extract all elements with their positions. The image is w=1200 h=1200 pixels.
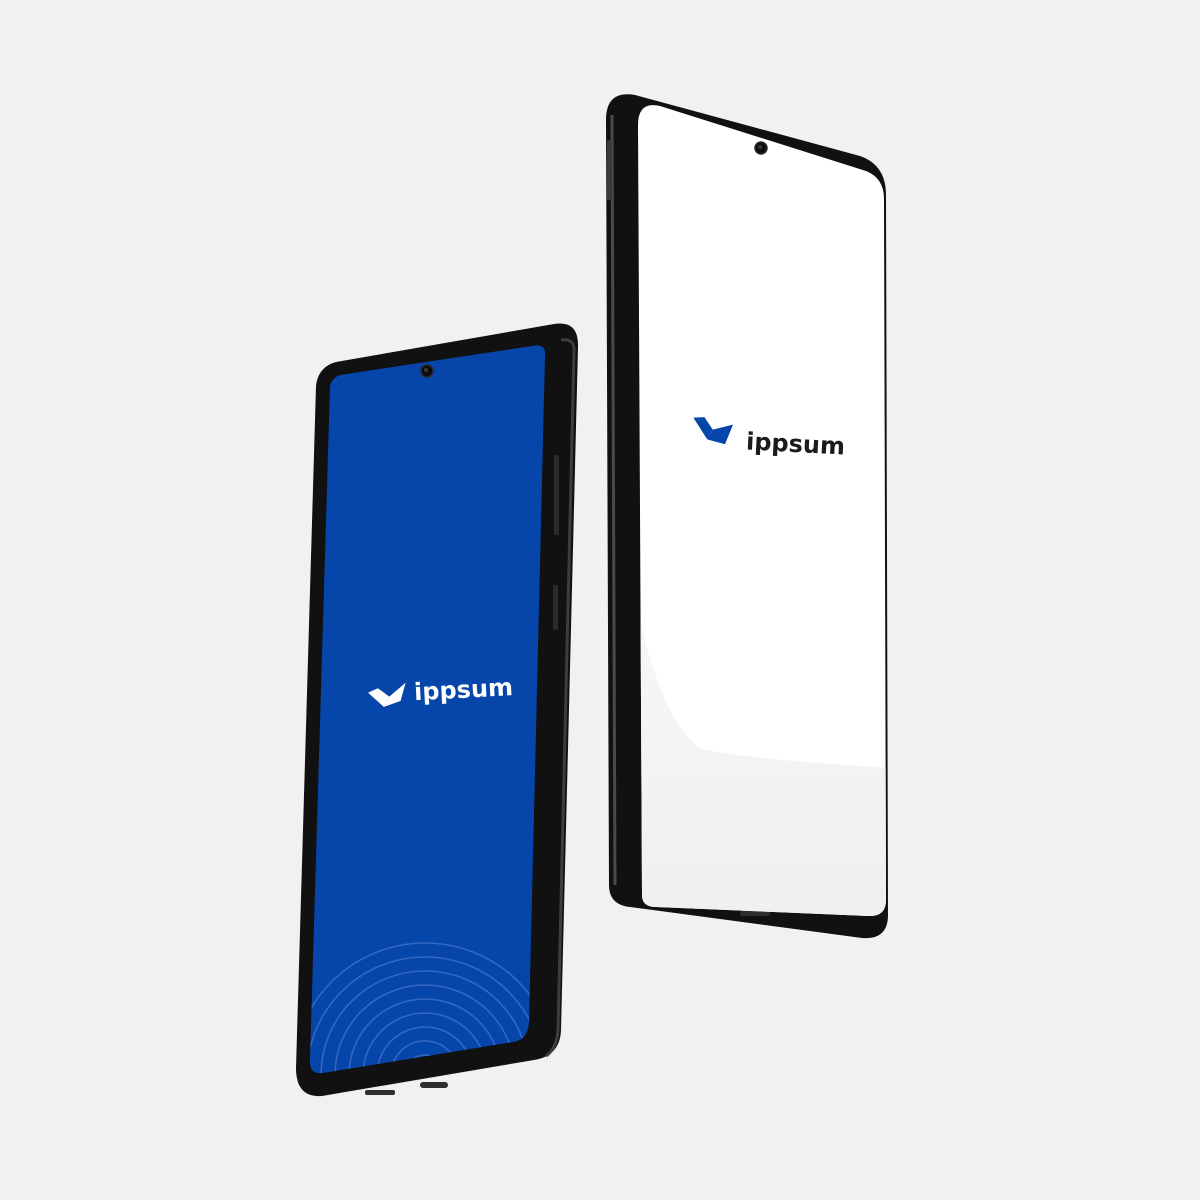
phone-left-volume-button[interactable] bbox=[554, 455, 559, 535]
phone-left-speaker-grille bbox=[365, 1090, 395, 1095]
phone-left-usb-port bbox=[420, 1082, 448, 1088]
phone-left-brand-text: ippsum bbox=[413, 673, 513, 706]
mockup-stage: ippsum ippsum bbox=[0, 0, 1200, 1200]
phone-right-screen bbox=[638, 105, 886, 917]
phone-left-power-button[interactable] bbox=[553, 585, 558, 630]
phone-left: ippsum bbox=[296, 323, 579, 1097]
phone-right-brand-text: ippsum bbox=[745, 427, 845, 460]
phone-mockup-scene: ippsum ippsum bbox=[296, 94, 888, 1097]
phone-right-side-button[interactable] bbox=[607, 140, 612, 200]
phone-right: ippsum bbox=[606, 94, 888, 939]
